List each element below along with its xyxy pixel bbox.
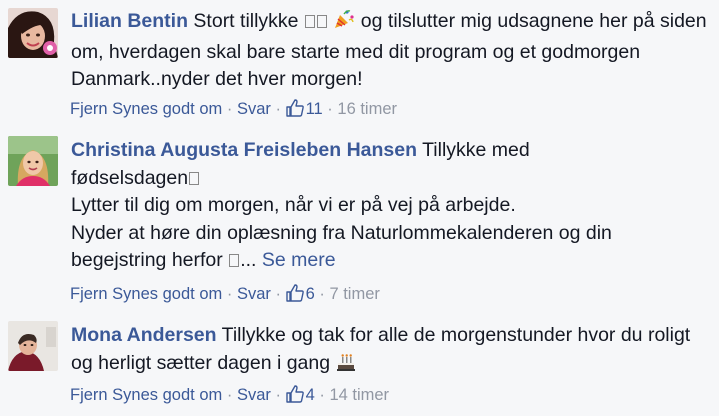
comment-text: Tillykke med xyxy=(422,139,530,161)
comment-meta: Fjern Synes godt om · Svar · 4 · 14 time… xyxy=(70,385,389,408)
avatar[interactable] xyxy=(8,136,58,186)
birthday-cake-icon xyxy=(336,352,356,381)
separator: · xyxy=(226,100,233,118)
comment-meta: Fjern Synes godt om · Svar · 6 · 7 timer xyxy=(70,284,380,307)
unlike-link[interactable]: Fjern Synes godt om xyxy=(70,100,222,118)
missing-glyph-icon xyxy=(189,171,200,185)
missing-glyph-icon xyxy=(316,15,327,28)
like-count-value: 4 xyxy=(305,386,315,404)
separator: · xyxy=(275,100,281,118)
comment-author[interactable]: Lilian Bentin xyxy=(71,10,188,32)
comment-body: Lilian Bentin Stort tillykke og tilslutt… xyxy=(71,8,713,94)
separator: · xyxy=(275,386,281,404)
comment-body: Christina Augusta Freisleben Hansen Till… xyxy=(71,137,713,275)
thumbs-up-icon xyxy=(285,99,304,122)
comment-1: Lilian Bentin Stort tillykke og tilslutt… xyxy=(0,0,719,125)
like-count-value: 11 xyxy=(305,100,323,118)
unlike-link[interactable]: Fjern Synes godt om xyxy=(70,386,222,404)
avatar[interactable] xyxy=(8,8,58,58)
party-popper-icon xyxy=(333,8,355,39)
separator: · xyxy=(319,285,325,303)
separator: · xyxy=(226,386,233,404)
comment-body: Mona Andersen Tillykke og tak for alle d… xyxy=(71,322,713,380)
like-count-value: 6 xyxy=(305,285,315,303)
thumbs-up-icon xyxy=(285,284,304,307)
comment-3: Mona Andersen Tillykke og tak for alle d… xyxy=(0,310,719,416)
separator: · xyxy=(275,285,281,303)
comment-2: Christina Augusta Freisleben Hansen Till… xyxy=(0,125,719,310)
comment-text: Lytter til dig om morgen, når vi er på v… xyxy=(71,194,516,216)
comment-text: Nyder at høre din oplæsning fra Naturlom… xyxy=(71,221,612,244)
timestamp[interactable]: 16 timer xyxy=(337,100,397,118)
see-more-link[interactable]: Se mere xyxy=(262,249,336,271)
reply-link[interactable]: Svar xyxy=(237,100,271,118)
avatar[interactable] xyxy=(8,321,58,371)
ellipsis: ... xyxy=(240,249,257,271)
comment-text: fødselsdagen xyxy=(71,166,189,189)
missing-glyph-icon xyxy=(229,254,240,267)
separator: · xyxy=(226,285,233,303)
like-count[interactable]: 11 xyxy=(285,99,328,118)
comment-text: Stort tillykke xyxy=(193,10,299,32)
separator: · xyxy=(327,100,333,118)
like-count[interactable]: 4 xyxy=(285,385,320,404)
comment-text: begejstring herfor xyxy=(71,249,223,271)
thumbs-up-icon xyxy=(285,385,304,408)
reply-link[interactable]: Svar xyxy=(237,285,271,303)
timestamp[interactable]: 7 timer xyxy=(329,285,379,303)
timestamp[interactable]: 14 timer xyxy=(329,386,389,404)
comment-meta: Fjern Synes godt om · Svar · 11 · 16 tim… xyxy=(70,99,397,122)
like-count[interactable]: 6 xyxy=(285,284,320,303)
comment-author[interactable]: Mona Andersen xyxy=(71,324,217,346)
reply-link[interactable]: Svar xyxy=(237,386,271,404)
unlike-link[interactable]: Fjern Synes godt om xyxy=(70,285,222,303)
comment-author[interactable]: Christina Augusta Freisleben Hansen xyxy=(71,139,417,161)
missing-glyph-icon xyxy=(304,15,315,28)
separator: · xyxy=(319,386,325,404)
